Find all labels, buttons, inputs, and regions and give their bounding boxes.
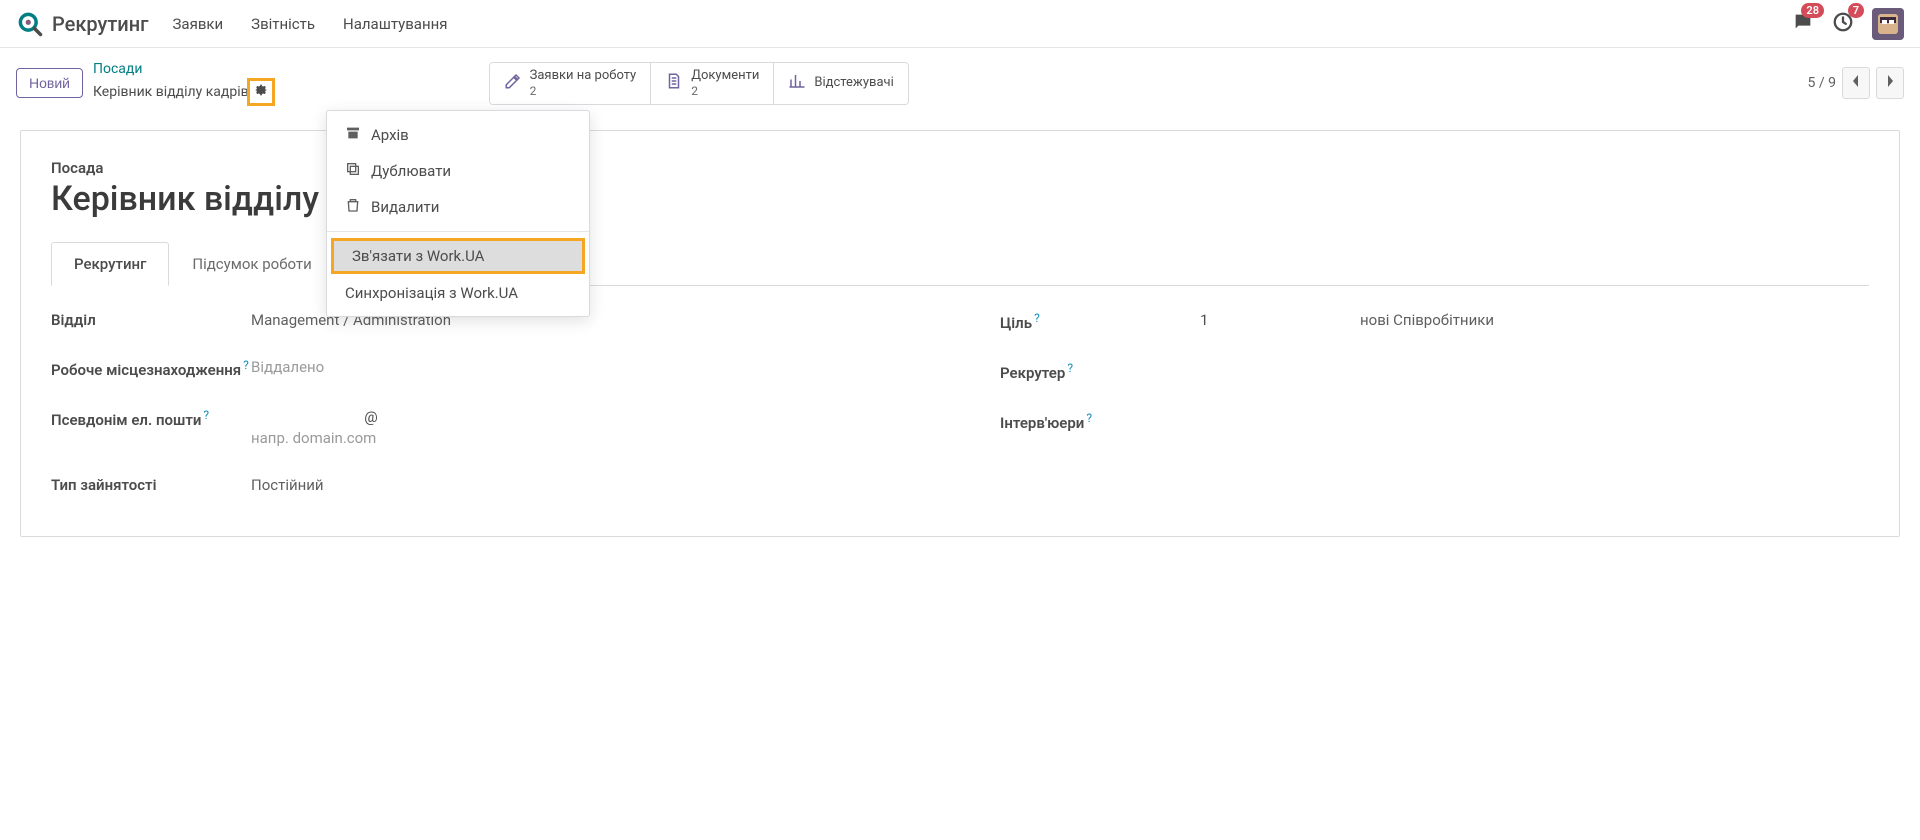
field-recruiter-label: Рекрутер?: [1000, 360, 1200, 384]
stat-applications-button[interactable]: Заявки на роботу 2: [490, 63, 652, 104]
activities-badge: 7: [1848, 3, 1864, 18]
help-icon[interactable]: ?: [203, 408, 209, 422]
field-work-location-label-text: Робоче місцезнаходження: [51, 361, 241, 379]
form-grid: Відділ Management / Administration Робоч…: [51, 310, 1869, 496]
field-interviewers-label: Інтерв'юери?: [1000, 410, 1200, 434]
field-email-alias-label-text: Псевдонім ел. пошти: [51, 411, 201, 429]
tabs: Рекрутинг Підсумок роботи: [51, 241, 1869, 286]
help-icon[interactable]: ?: [243, 358, 249, 372]
menu-item-archive[interactable]: Архів: [327, 117, 589, 153]
menu-item-archive-label: Архів: [371, 126, 409, 144]
stat-button-group: Заявки на роботу 2 Документи 2 Відстежув…: [489, 62, 909, 105]
stat-documents-label: Документи: [691, 69, 759, 84]
nav-item-reporting[interactable]: Звітність: [251, 15, 315, 33]
field-target-suffix: нові Співробітники: [1360, 310, 1494, 331]
breadcrumb-root-link[interactable]: Посади: [93, 60, 275, 78]
app-title[interactable]: Рекрутинг: [52, 12, 149, 36]
menu-item-sync-workua-label: Синхронізація з Work.UA: [345, 284, 518, 302]
pager-prev-button[interactable]: [1842, 67, 1870, 99]
pager-pos: 5: [1808, 75, 1816, 91]
stat-applications-label: Заявки на роботу: [530, 69, 637, 84]
menu-separator: [327, 231, 589, 232]
pager-next-button[interactable]: [1876, 67, 1904, 99]
pager-total: 9: [1828, 75, 1836, 91]
tab-recruiting[interactable]: Рекрутинг: [51, 242, 169, 286]
pencil-icon: [504, 72, 522, 94]
field-department-label: Відділ: [51, 310, 251, 331]
chevron-left-icon: [1851, 74, 1861, 92]
field-email-alias-label: Псевдонім ел. пошти?: [51, 407, 251, 431]
stat-documents-button[interactable]: Документи 2: [651, 63, 774, 104]
field-target: Ціль? 1 нові Співробітники: [1000, 310, 1869, 334]
trash-icon: [345, 197, 361, 217]
gear-icon: [253, 82, 269, 103]
archive-icon: [345, 125, 361, 145]
help-icon[interactable]: ?: [1086, 411, 1092, 425]
help-icon[interactable]: ?: [1034, 311, 1040, 325]
field-employment-type-value[interactable]: Постійний: [251, 475, 920, 496]
menu-item-link-workua[interactable]: Зв'язати з Work.UA: [331, 238, 585, 274]
user-avatar[interactable]: [1872, 8, 1904, 40]
topnav-right: 28 7: [1792, 8, 1904, 40]
nav-item-configuration[interactable]: Налаштування: [343, 15, 448, 33]
stat-documents-count: 2: [691, 84, 759, 98]
email-domain-placeholder[interactable]: напр. domain.com: [251, 428, 920, 449]
email-at-symbol: @: [251, 407, 491, 428]
field-work-location-value[interactable]: Віддалено: [251, 357, 920, 378]
app-logo-icon: [16, 10, 44, 38]
gear-button[interactable]: [247, 78, 275, 106]
breadcrumb: Посади Керівник відділу кадрів: [93, 60, 275, 106]
field-work-location: Робоче місцезнаходження? Віддалено: [51, 357, 920, 381]
tab-work-summary[interactable]: Підсумок роботи: [169, 242, 334, 286]
menu-item-duplicate[interactable]: Дублювати: [327, 153, 589, 189]
field-target-value-row: 1 нові Співробітники: [1200, 310, 1869, 331]
form-right-column: Ціль? 1 нові Співробітники Рекрутер? Інт…: [1000, 310, 1869, 496]
breadcrumb-current: Керівник відділу кадрів: [93, 83, 249, 101]
stat-trackers-label: Відстежувачі: [814, 76, 893, 91]
control-row: Новий Посади Керівник відділу кадрів Зая…: [0, 48, 1920, 110]
menu-item-delete-label: Видалити: [371, 198, 439, 216]
record-title[interactable]: Керівник відділу кадрів: [51, 179, 1869, 219]
nav-item-applications[interactable]: Заявки: [173, 15, 224, 33]
field-email-alias: Псевдонім ел. пошти? @ напр. domain.com: [51, 407, 920, 449]
menu-item-duplicate-label: Дублювати: [371, 162, 451, 180]
field-target-value[interactable]: 1: [1200, 310, 1320, 331]
messages-button[interactable]: 28: [1792, 11, 1814, 37]
field-interviewers: Інтерв'юери?: [1000, 410, 1869, 434]
field-target-label-text: Ціль: [1000, 314, 1032, 332]
stat-applications-count: 2: [530, 84, 637, 98]
field-recruiter: Рекрутер?: [1000, 360, 1869, 384]
menu-item-link-workua-label: Зв'язати з Work.UA: [352, 247, 484, 265]
bar-chart-icon: [788, 72, 806, 94]
field-interviewers-label-text: Інтерв'юери: [1000, 414, 1084, 432]
stat-trackers-button[interactable]: Відстежувачі: [774, 63, 907, 104]
gear-dropdown: Архів Дублювати Видалити Зв'язати з Work…: [326, 110, 590, 317]
field-employment-type-label: Тип зайнятості: [51, 475, 251, 496]
messages-badge: 28: [1801, 3, 1824, 18]
form-left-column: Відділ Management / Administration Робоч…: [51, 310, 920, 496]
chevron-right-icon: [1885, 74, 1895, 92]
field-target-label: Ціль?: [1000, 310, 1200, 334]
help-icon[interactable]: ?: [1067, 361, 1073, 375]
field-work-location-label: Робоче місцезнаходження?: [51, 357, 251, 381]
nav-items: Заявки Звітність Налаштування: [173, 15, 448, 33]
menu-item-sync-workua[interactable]: Синхронізація з Work.UA: [327, 276, 589, 310]
pager: 5 / 9: [1808, 67, 1905, 99]
menu-item-delete[interactable]: Видалити: [327, 189, 589, 225]
record-title-label: Посада: [51, 159, 1869, 177]
pager-position[interactable]: 5 / 9: [1808, 75, 1837, 91]
pager-sep: /: [1819, 75, 1825, 91]
field-recruiter-label-text: Рекрутер: [1000, 364, 1065, 382]
field-employment-type: Тип зайнятості Постійний: [51, 475, 920, 496]
duplicate-icon: [345, 161, 361, 181]
document-icon: [665, 72, 683, 94]
field-email-alias-value[interactable]: @ напр. domain.com: [251, 407, 920, 449]
new-button[interactable]: Новий: [16, 68, 83, 98]
top-nav: Рекрутинг Заявки Звітність Налаштування …: [0, 0, 1920, 48]
record-sheet: Посада Керівник відділу кадрів Рекрутинг…: [20, 130, 1900, 537]
activities-button[interactable]: 7: [1832, 11, 1854, 37]
